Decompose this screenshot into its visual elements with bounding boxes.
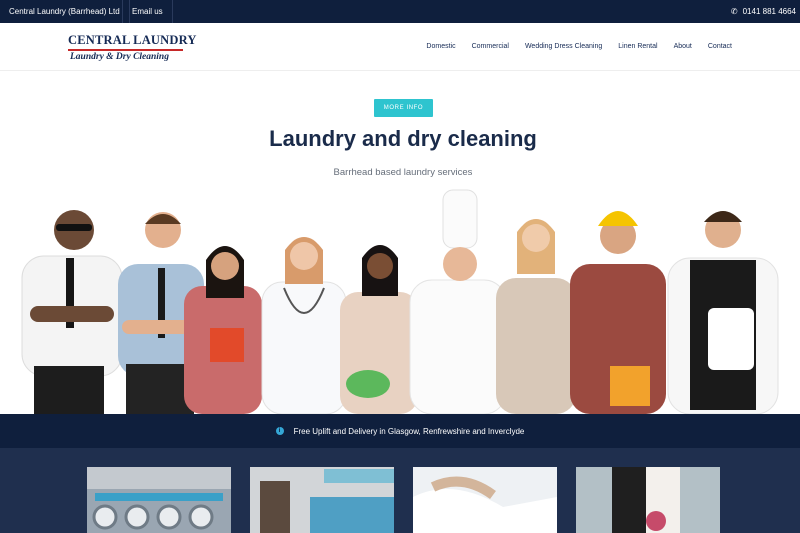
top-bar: Central Laundry (Barrhead) Ltd Email us … [0, 0, 800, 23]
service-card-dry-cleaning[interactable] [250, 467, 394, 533]
main-nav: Domestic Commercial Wedding Dress Cleani… [410, 23, 732, 70]
service-card-laundromat[interactable] [87, 467, 231, 533]
hero-subtitle: Barrhead based laundry services [333, 167, 473, 178]
chef-figure [409, 189, 507, 414]
site-header: CENTRAL LAUNDRY Laundry & Dry Cleaning D… [0, 23, 800, 71]
more-info-button[interactable]: MORE INFO [374, 99, 433, 117]
email-link[interactable]: Email us [122, 0, 173, 23]
info-icon: i [275, 427, 284, 435]
logo[interactable]: CENTRAL LAUNDRY Laundry & Dry Cleaning [68, 33, 196, 62]
notice-text: Free Uplift and Delivery in Glasgow, Ren… [293, 426, 525, 436]
nav-linen-rental[interactable]: Linen Rental [618, 43, 657, 50]
business-woman-figure [496, 219, 576, 414]
hero-title: Laundry and dry cleaning [269, 126, 537, 151]
hero-workers-image [21, 189, 779, 414]
nav-domestic[interactable]: Domestic [426, 43, 455, 50]
company-link[interactable]: Central Laundry (Barrhead) Ltd [0, 0, 130, 23]
logo-tagline: Laundry & Dry Cleaning [70, 52, 169, 62]
notice-bar: i Free Uplift and Delivery in Glasgow, R… [0, 414, 800, 448]
phone-number: 0141 881 4664 [742, 7, 796, 16]
phone-link[interactable]: ✆ 0141 881 4664 [731, 0, 796, 23]
service-card-wedding[interactable] [576, 467, 720, 533]
logo-title: CENTRAL LAUNDRY [68, 33, 196, 51]
pilot-figure [21, 210, 123, 414]
nav-commercial[interactable]: Commercial [472, 43, 509, 50]
nav-about[interactable]: About [674, 43, 692, 50]
services-section [0, 448, 800, 533]
service-card-linen[interactable] [413, 467, 557, 533]
nav-contact[interactable]: Contact [708, 43, 732, 50]
builder-figure [570, 211, 666, 414]
gardener-figure [340, 245, 418, 414]
phone-icon: ✆ [730, 7, 738, 16]
nav-wedding-dress-cleaning[interactable]: Wedding Dress Cleaning [525, 43, 602, 50]
waiter-figure [667, 211, 779, 414]
doctor-figure [261, 237, 347, 414]
